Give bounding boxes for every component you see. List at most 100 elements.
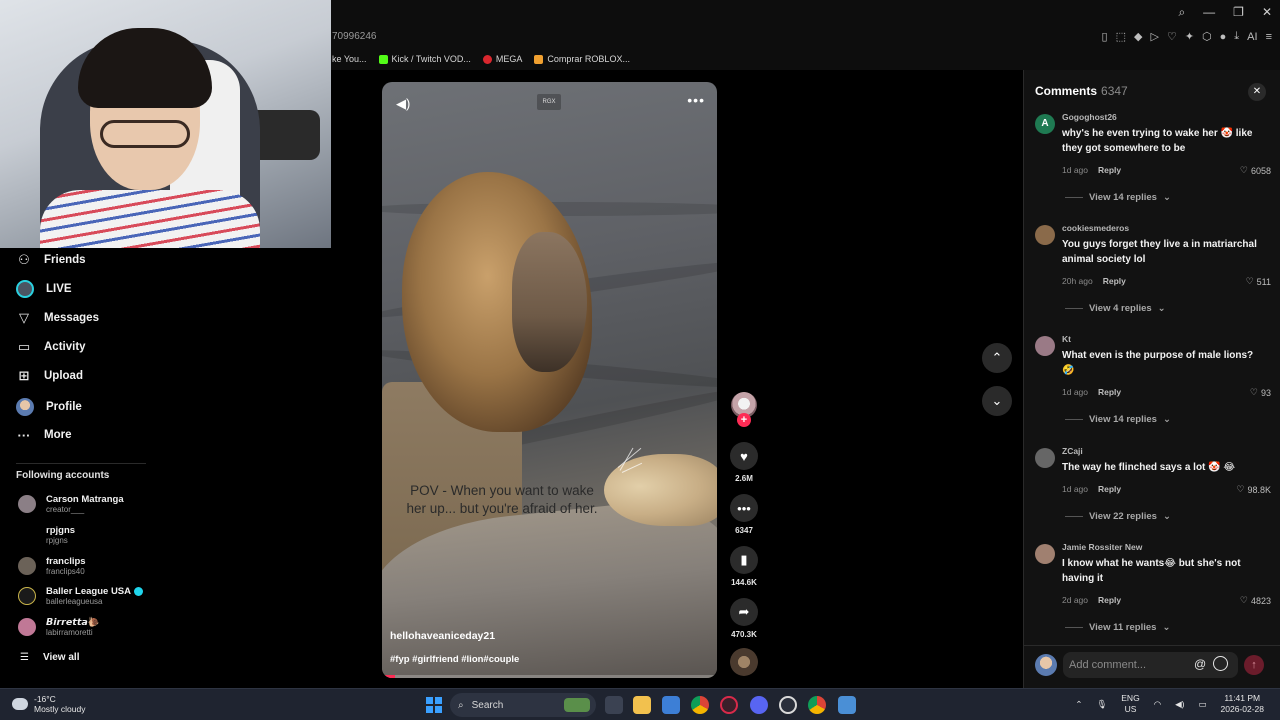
- store-icon[interactable]: [662, 696, 680, 714]
- reply-button[interactable]: Reply: [1098, 387, 1121, 397]
- sidebar-item-upload[interactable]: ⊞ Upload: [16, 368, 83, 384]
- heart-icon[interactable]: ♡: [1167, 30, 1177, 43]
- video-hashtags[interactable]: #fyp #girlfriend #lion#couple: [390, 654, 519, 665]
- opera-icon[interactable]: [720, 696, 738, 714]
- following-account[interactable]: rpjgns rpjgns: [18, 525, 75, 545]
- wifi-icon[interactable]: ◠: [1154, 699, 1161, 710]
- avatar[interactable]: [1035, 448, 1055, 468]
- url-text[interactable]: 70996246: [332, 31, 377, 42]
- steam-icon[interactable]: [779, 696, 797, 714]
- like-action[interactable]: ♥ 2.6M: [728, 442, 760, 483]
- sidebar-item-messages[interactable]: ▽ Messages: [16, 310, 99, 326]
- volume-icon[interactable]: ◀): [1175, 699, 1184, 710]
- comment-input[interactable]: [1063, 652, 1238, 678]
- video-progress-bar[interactable]: [382, 675, 717, 678]
- comment-username[interactable]: ZCaji: [1062, 446, 1083, 456]
- avatar[interactable]: [1035, 336, 1055, 356]
- emoji-icon[interactable]: [1213, 656, 1228, 671]
- mention-icon[interactable]: @: [1194, 657, 1206, 671]
- comment-icon[interactable]: •••: [730, 494, 758, 522]
- share-icon[interactable]: ➦: [730, 598, 758, 626]
- sidebar-item-live[interactable]: LIVE: [16, 280, 72, 298]
- bookmark-item[interactable]: Kick / Twitch VOD...: [378, 54, 471, 64]
- start-button[interactable]: [426, 697, 442, 713]
- battery-icon[interactable]: ▭: [1198, 699, 1206, 710]
- taskbar-search[interactable]: ⌕ Search: [450, 693, 596, 717]
- search-icon[interactable]: ⌕: [1178, 5, 1185, 20]
- play-icon[interactable]: ▷: [1150, 30, 1158, 43]
- music-disc-icon[interactable]: [730, 648, 758, 676]
- volume-icon[interactable]: ◀): [396, 96, 410, 112]
- bookmark-icon[interactable]: ▮: [730, 546, 758, 574]
- clock[interactable]: 11:41 PM 2026-02-28: [1221, 693, 1264, 715]
- following-account[interactable]: 𝘽𝙞𝙧𝙧𝙚𝙩𝙩𝙖🐌 labirramoretti: [18, 617, 100, 637]
- shield-icon[interactable]: ◆: [1134, 30, 1142, 43]
- comment-like-button[interactable]: ♡ 93: [1250, 387, 1271, 398]
- save-action[interactable]: ▮ 144.6K: [728, 546, 760, 587]
- task-view-icon[interactable]: [605, 696, 623, 714]
- menu-icon[interactable]: ≡: [1266, 31, 1272, 43]
- screenshot-icon[interactable]: ⬚: [1116, 30, 1126, 43]
- avatar[interactable]: [1035, 544, 1055, 564]
- ai-button[interactable]: AI: [1247, 31, 1257, 43]
- following-account[interactable]: Baller League USA ballerleagueusa: [18, 586, 143, 606]
- video-player[interactable]: ◀) RGX ••• POV - When you want to wake h…: [382, 82, 717, 678]
- comment-like-button[interactable]: ♡ 98.8K: [1236, 484, 1271, 495]
- minimize-icon[interactable]: —: [1203, 5, 1215, 20]
- comment-like-button[interactable]: ♡ 511: [1246, 276, 1271, 287]
- sidebar-item-activity[interactable]: ▭ Activity: [16, 339, 86, 355]
- avatar[interactable]: [1035, 225, 1055, 245]
- reply-button[interactable]: Reply: [1098, 165, 1121, 175]
- following-account[interactable]: franclips franclips40: [18, 556, 86, 576]
- comment-username[interactable]: cookiesmederos: [1062, 223, 1129, 233]
- file-explorer-icon[interactable]: [633, 696, 651, 714]
- avatar[interactable]: A: [1035, 114, 1055, 134]
- language-indicator[interactable]: ENG US: [1121, 693, 1139, 715]
- video-author[interactable]: hellohaveaniceday21: [390, 630, 495, 642]
- bookmark-icon[interactable]: ▯: [1102, 30, 1108, 43]
- comment-like-button[interactable]: ♡ 6058: [1240, 165, 1271, 176]
- reply-button[interactable]: Reply: [1103, 276, 1126, 286]
- restore-icon[interactable]: ❐: [1233, 5, 1244, 20]
- view-all-button[interactable]: ☰ View all: [20, 652, 79, 663]
- extensions-icon[interactable]: ✦: [1185, 30, 1194, 43]
- view-replies-button[interactable]: View 11 replies ⌄: [1065, 622, 1170, 633]
- following-account[interactable]: Carson Matranga creator___: [18, 494, 124, 514]
- close-icon[interactable]: ✕: [1262, 5, 1272, 20]
- reply-button[interactable]: Reply: [1098, 595, 1121, 605]
- more-options-icon[interactable]: •••: [687, 92, 705, 108]
- download-icon[interactable]: ⤓: [1234, 30, 1239, 43]
- chrome-profile-icon[interactable]: [808, 696, 826, 714]
- comment-username[interactable]: Gogoghost26: [1062, 112, 1117, 122]
- account-icon[interactable]: ●: [1220, 31, 1227, 43]
- next-video-button[interactable]: ⌄: [982, 386, 1012, 416]
- photos-icon[interactable]: [838, 696, 856, 714]
- comment-username[interactable]: Jamie Rossiter New: [1062, 542, 1142, 552]
- heart-icon[interactable]: ♥: [730, 442, 758, 470]
- discord-icon[interactable]: [750, 696, 768, 714]
- view-replies-button[interactable]: View 4 replies ⌄: [1065, 303, 1166, 314]
- share-action[interactable]: ➦ 470.3K: [728, 598, 760, 639]
- view-replies-button[interactable]: View 22 replies ⌄: [1065, 511, 1171, 522]
- view-replies-button[interactable]: View 14 replies ⌄: [1065, 192, 1171, 203]
- close-comments-button[interactable]: ✕: [1248, 83, 1266, 101]
- sidebar-item-profile[interactable]: Profile: [16, 398, 82, 416]
- weather-widget[interactable]: -16°C Mostly cloudy: [12, 694, 86, 714]
- bookmark-item[interactable]: Comprar ROBLOX...: [534, 54, 630, 64]
- puzzle-icon[interactable]: ⬡: [1202, 30, 1212, 43]
- chrome-icon[interactable]: [691, 696, 709, 714]
- comment-like-button[interactable]: ♡ 4823: [1240, 595, 1271, 606]
- reply-button[interactable]: Reply: [1098, 484, 1121, 494]
- bookmark-item[interactable]: MEGA: [482, 54, 522, 64]
- sidebar-item-more[interactable]: ··· More: [16, 427, 72, 443]
- follow-plus-icon[interactable]: +: [737, 413, 751, 427]
- microphone-icon[interactable]: 🎙: [1096, 699, 1107, 710]
- comment-action[interactable]: ••• 6347: [728, 494, 760, 535]
- comment-username[interactable]: Kt: [1062, 334, 1071, 344]
- send-button[interactable]: ↑: [1244, 655, 1264, 675]
- bookmark-item[interactable]: ke You...: [332, 54, 367, 64]
- view-replies-button[interactable]: View 14 replies ⌄: [1065, 414, 1171, 425]
- sidebar-item-friends[interactable]: ⚇ Friends: [16, 252, 85, 268]
- chevron-up-icon[interactable]: ⌃: [1075, 699, 1082, 710]
- previous-video-button[interactable]: ⌃: [982, 343, 1012, 373]
